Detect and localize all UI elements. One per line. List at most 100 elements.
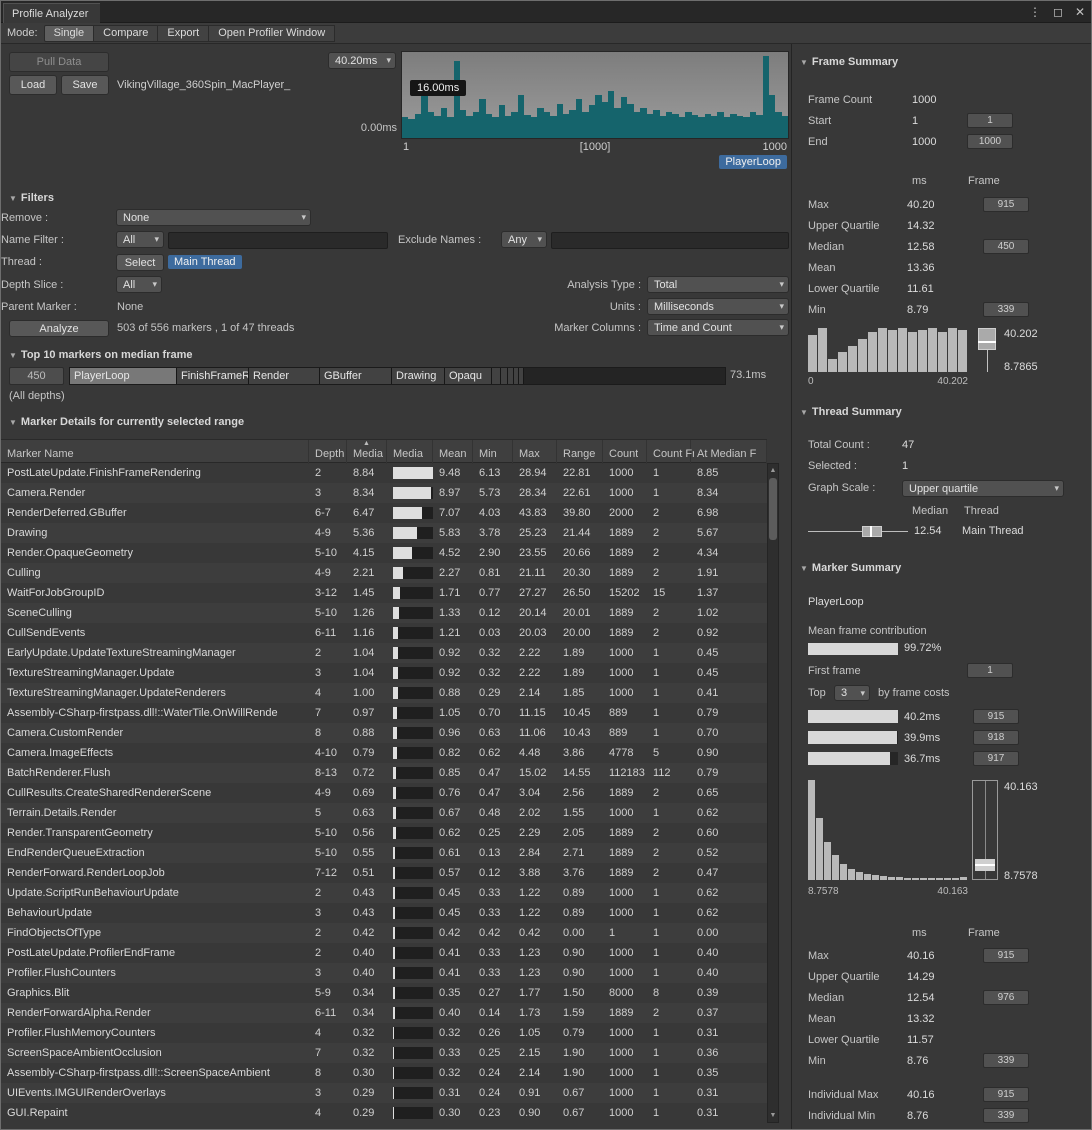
table-row[interactable]: Camera.CustomRender80.880.960.6311.0610.…: [1, 723, 767, 743]
frame-link[interactable]: 917: [973, 751, 1019, 766]
table-row[interactable]: Camera.ImageEffects4-100.790.820.624.483…: [1, 743, 767, 763]
column-header-9[interactable]: Count Fra: [647, 440, 691, 464]
top10-segment-render[interactable]: Render: [249, 368, 320, 384]
frame-link[interactable]: 1: [967, 663, 1013, 678]
frame-summary-title[interactable]: ▼Frame Summary: [800, 56, 898, 68]
remove-dropdown[interactable]: None▾: [116, 209, 311, 226]
table-scrollbar[interactable]: ▲ ▼: [767, 463, 779, 1123]
column-header-8[interactable]: Count: [603, 440, 647, 464]
table-row[interactable]: FindObjectsOfType20.420.420.420.420.0011…: [1, 923, 767, 943]
table-row[interactable]: BehaviourUpdate30.430.450.331.220.891000…: [1, 903, 767, 923]
column-header-5[interactable]: Min: [473, 440, 513, 464]
top10-segment-opaqu[interactable]: Opaqu: [445, 368, 492, 384]
table-row[interactable]: Update.ScriptRunBehaviourUpdate20.430.45…: [1, 883, 767, 903]
table-row[interactable]: Culling4-92.212.270.8121.1120.30188921.9…: [1, 563, 767, 583]
table-row[interactable]: Assembly-CSharp-firstpass.dll!::WaterTil…: [1, 703, 767, 723]
pull-data-button[interactable]: Pull Data: [9, 52, 109, 72]
marker-summary-title[interactable]: ▼Marker Summary: [800, 562, 901, 574]
window-tab[interactable]: Profile Analyzer: [3, 3, 100, 23]
mode-single-button[interactable]: Single: [44, 25, 95, 42]
column-header-6[interactable]: Max: [513, 440, 557, 464]
save-button[interactable]: Save: [61, 75, 109, 95]
table-row[interactable]: TextureStreamingManager.Update31.040.920…: [1, 663, 767, 683]
table-row[interactable]: Render.OpaqueGeometry5-104.154.522.9023.…: [1, 543, 767, 563]
top10-segment[interactable]: [519, 368, 524, 384]
table-row[interactable]: EndRenderQueueExtraction5-100.550.610.13…: [1, 843, 767, 863]
table-row[interactable]: BatchRenderer.Flush8-130.720.850.4715.02…: [1, 763, 767, 783]
frame-link[interactable]: 915: [973, 709, 1019, 724]
top10-segment[interactable]: [492, 368, 501, 384]
table-row[interactable]: RenderDeferred.GBuffer6-76.477.074.0343.…: [1, 503, 767, 523]
kebab-menu-icon[interactable]: ⋮: [1029, 5, 1041, 19]
table-row[interactable]: Graphics.Blit5-90.340.350.271.771.508000…: [1, 983, 767, 1003]
top10-segment[interactable]: [501, 368, 508, 384]
top10-segment-drawing[interactable]: Drawing: [392, 368, 445, 384]
top10-bar[interactable]: PlayerLoopFinishFrameRRenderGBufferDrawi…: [69, 367, 726, 385]
analysis-type-dropdown[interactable]: Total▾: [647, 276, 789, 293]
table-row[interactable]: RenderForwardAlpha.Render6-110.340.400.1…: [1, 1003, 767, 1023]
table-row[interactable]: Drawing4-95.365.833.7825.2321.44188925.6…: [1, 523, 767, 543]
mode-export-button[interactable]: Export: [158, 25, 209, 42]
column-header-7[interactable]: Range: [557, 440, 603, 464]
thread-graph-scale-dropdown[interactable]: Upper quartile▾: [902, 480, 1064, 497]
top10-segment-gbuffer[interactable]: GBuffer: [320, 368, 392, 384]
column-header-4[interactable]: Mean: [433, 440, 473, 464]
graph-scale-dropdown[interactable]: 40.20ms▾: [328, 52, 396, 69]
frame-link[interactable]: 915: [983, 1087, 1029, 1102]
frame-link[interactable]: 339: [983, 1053, 1029, 1068]
table-row[interactable]: SceneCulling5-101.261.330.1220.1420.0118…: [1, 603, 767, 623]
top10-section-title[interactable]: ▼Top 10 markers on median frame: [9, 349, 193, 361]
table-row[interactable]: CullResults.CreateSharedRendererScene4-9…: [1, 783, 767, 803]
maximize-icon[interactable]: ◻: [1053, 5, 1063, 19]
selection-marker-chip[interactable]: PlayerLoop: [719, 155, 787, 169]
exclude-names-input[interactable]: [551, 232, 789, 249]
thread-chip[interactable]: Main Thread: [168, 255, 242, 269]
thread-name[interactable]: Main Thread: [962, 525, 1024, 537]
mode-compare-button[interactable]: Compare: [94, 25, 158, 42]
frame-time-graph[interactable]: 16.00ms: [401, 51, 789, 139]
table-row[interactable]: Assembly-CSharp-firstpass.dll!::ScreenSp…: [1, 1063, 767, 1083]
frame-link[interactable]: 339: [983, 302, 1029, 317]
depth-slice-dropdown[interactable]: All▾: [116, 276, 162, 293]
table-row[interactable]: PostLateUpdate.FinishFrameRendering28.84…: [1, 463, 767, 483]
table-row[interactable]: PostLateUpdate.ProfilerEndFrame20.400.41…: [1, 943, 767, 963]
close-icon[interactable]: ✕: [1075, 5, 1085, 19]
top10-segment-finishframer[interactable]: FinishFrameR: [177, 368, 249, 384]
table-row[interactable]: RenderForward.RenderLoopJob7-120.510.570…: [1, 863, 767, 883]
scroll-up-icon[interactable]: ▲: [768, 464, 778, 477]
scroll-down-icon[interactable]: ▼: [768, 1109, 778, 1122]
scrollbar-thumb[interactable]: [769, 478, 777, 540]
frame-link[interactable]: 1: [967, 113, 1013, 128]
table-row[interactable]: Profiler.FlushMemoryCounters40.320.320.2…: [1, 1023, 767, 1043]
median-frame-box[interactable]: 450: [9, 367, 64, 385]
filters-section-title[interactable]: ▼Filters: [9, 192, 54, 204]
column-header-10[interactable]: At Median F: [691, 440, 767, 464]
table-row[interactable]: Profiler.FlushCounters30.400.410.331.230…: [1, 963, 767, 983]
column-header-2[interactable]: ▲Media: [347, 440, 387, 464]
column-header-0[interactable]: Marker Name: [1, 440, 309, 464]
thread-summary-title[interactable]: ▼Thread Summary: [800, 406, 902, 418]
units-dropdown[interactable]: Milliseconds▾: [647, 298, 789, 315]
name-filter-input[interactable]: [168, 232, 388, 249]
top10-segment-playerloop[interactable]: PlayerLoop: [70, 368, 177, 384]
table-row[interactable]: CullSendEvents6-111.161.210.0320.0320.00…: [1, 623, 767, 643]
frame-link[interactable]: 1000: [967, 134, 1013, 149]
analyze-button[interactable]: Analyze: [9, 320, 109, 337]
table-row[interactable]: UIEvents.IMGUIRenderOverlays30.290.310.2…: [1, 1083, 767, 1103]
table-row[interactable]: ScreenSpaceAmbientOcclusion70.320.330.25…: [1, 1043, 767, 1063]
thread-select-button[interactable]: Select: [116, 254, 164, 271]
top-n-dropdown[interactable]: 3▾: [834, 685, 870, 701]
table-row[interactable]: TextureStreamingManager.UpdateRenderers4…: [1, 683, 767, 703]
frame-link[interactable]: 450: [983, 239, 1029, 254]
frame-link[interactable]: 915: [983, 948, 1029, 963]
marker-details-title[interactable]: ▼Marker Details for currently selected r…: [9, 416, 244, 428]
table-row[interactable]: WaitForJobGroupID3-121.451.710.7727.2726…: [1, 583, 767, 603]
frame-link[interactable]: 915: [983, 197, 1029, 212]
frame-link[interactable]: 976: [983, 990, 1029, 1005]
table-row[interactable]: Camera.Render38.348.975.7328.3422.611000…: [1, 483, 767, 503]
frame-link[interactable]: 339: [983, 1108, 1029, 1123]
mode-open-profiler-window-button[interactable]: Open Profiler Window: [209, 25, 335, 42]
load-button[interactable]: Load: [9, 75, 57, 95]
table-row[interactable]: Terrain.Details.Render50.630.670.482.021…: [1, 803, 767, 823]
exclude-mode-dropdown[interactable]: Any▾: [501, 231, 547, 248]
